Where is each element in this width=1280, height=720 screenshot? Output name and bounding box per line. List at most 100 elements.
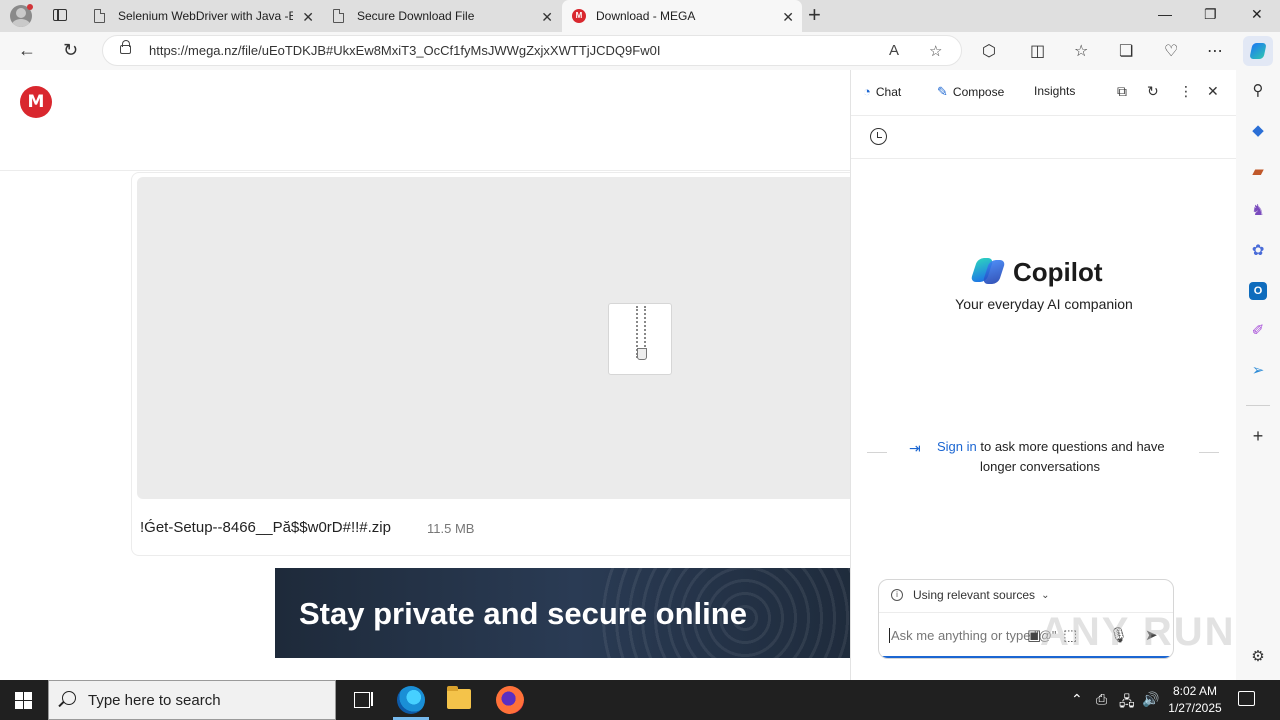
split-screen-icon[interactable]: ◫ xyxy=(1030,41,1045,61)
taskbar: Type here to search ⌃ ⎙ 🖧 🔊 8:02 AM 1/27… xyxy=(0,680,1280,720)
profile-notification-dot xyxy=(27,4,33,10)
url-text[interactable]: https://mega.nz/file/uEoTDKJB#UkxEw8MxiT… xyxy=(149,43,660,58)
favorite-star-icon[interactable]: ☆ xyxy=(929,42,942,60)
tab-secure-download[interactable]: Secure Download File ✕ xyxy=(323,0,561,32)
divider-left xyxy=(867,452,887,453)
tab-actions-icon[interactable] xyxy=(48,6,72,26)
extensions-icon[interactable]: ⬡ xyxy=(982,41,996,61)
tab-download-mega[interactable]: M Download - MEGA ✕ xyxy=(562,0,802,32)
lock-icon[interactable] xyxy=(120,40,131,54)
address-bar[interactable]: https://mega.nz/file/uEoTDKJB#UkxEw8MxiT… xyxy=(102,35,962,66)
clock-date: 1/27/2025 xyxy=(1168,701,1222,715)
restore-icon[interactable]: ❐ xyxy=(1204,6,1217,23)
telegram-send-icon[interactable]: ➢ xyxy=(1249,362,1267,380)
copilot-panel: ◔ Chat ✎ Compose Insights ⧉ ↻ ⋮ ✕ Copilo… xyxy=(850,70,1237,680)
tab-close-icon[interactable]: ✕ xyxy=(541,9,553,26)
copilot-icon[interactable] xyxy=(1243,36,1273,66)
sign-in-line-2: longer conversations xyxy=(980,459,1100,474)
tab-title: Secure Download File xyxy=(357,9,475,23)
tab-title: Download - MEGA xyxy=(596,9,696,23)
gear-icon[interactable]: ⚙ xyxy=(1249,648,1267,666)
close-icon[interactable]: ✕ xyxy=(1207,83,1219,100)
games-icon[interactable]: ♞ xyxy=(1249,202,1267,220)
sign-in-link[interactable]: Sign in xyxy=(937,439,977,454)
open-in-new-icon[interactable]: ⧉ xyxy=(1117,83,1127,100)
more-options-icon[interactable]: ⋮ xyxy=(1179,83,1193,100)
search-icon xyxy=(62,691,76,705)
page-icon xyxy=(333,9,344,23)
file-size: 11.5 MB xyxy=(427,521,475,536)
firefox-icon[interactable] xyxy=(496,686,524,714)
page-icon xyxy=(94,9,105,23)
mega-page: M !Ǵet-Setup--8466__Pă$$w0rD#!!#.zip 11.… xyxy=(0,70,850,680)
tab-compose[interactable]: ✎ Compose xyxy=(937,84,1004,100)
mega-logo[interactable]: M xyxy=(20,86,52,118)
tab-label: Chat xyxy=(875,84,902,99)
taskbar-search[interactable]: Type here to search xyxy=(48,680,336,720)
sign-in-icon: ⇥ xyxy=(909,440,921,456)
edge-browser-icon[interactable] xyxy=(397,686,425,714)
window-close-icon[interactable]: ✕ xyxy=(1251,6,1263,23)
settings-more-icon[interactable]: ⋯ xyxy=(1207,41,1223,61)
zip-file-icon xyxy=(608,303,672,375)
copilot-subtitle: Your everyday AI companion xyxy=(955,296,1133,312)
tab-close-icon[interactable]: ✕ xyxy=(782,9,794,26)
sources-label: Using relevant sources xyxy=(913,588,1036,602)
divider xyxy=(851,158,1237,159)
outlook-icon[interactable]: O xyxy=(1249,282,1267,300)
refresh-icon[interactable]: ↻ xyxy=(63,40,78,61)
tab-selenium[interactable]: Selenium WebDriver with Java -B ✕ xyxy=(84,0,322,32)
header-divider xyxy=(0,170,850,171)
chevron-up-icon[interactable]: ⌃ xyxy=(1071,691,1083,708)
shopping-tag-icon[interactable]: ◆ xyxy=(1249,122,1267,140)
read-aloud-icon[interactable]: A xyxy=(889,42,899,59)
history-icon[interactable] xyxy=(870,128,887,145)
usb-device-icon[interactable]: ⎙ xyxy=(1096,691,1107,708)
sign-in-text: to ask more questions and have xyxy=(976,439,1165,454)
file-card: !Ǵet-Setup--8466__Pă$$w0rD#!!#.zip 11.5 … xyxy=(131,172,850,556)
back-icon[interactable]: ← xyxy=(18,40,36,61)
new-tab-button[interactable]: + xyxy=(808,4,821,26)
copilot-apps-icon[interactable]: ✿ xyxy=(1249,242,1267,260)
notifications-icon[interactable] xyxy=(1238,691,1255,706)
chat-icon: ◔ xyxy=(863,84,871,99)
copilot-header: ◔ Chat ✎ Compose Insights ⧉ ↻ ⋮ ✕ xyxy=(851,70,1237,116)
browser-essentials-icon[interactable]: ♡ xyxy=(1164,41,1178,61)
divider-right xyxy=(1199,452,1219,453)
task-view-icon[interactable] xyxy=(350,686,378,714)
search-placeholder: Type here to search xyxy=(88,692,221,709)
tab-close-icon[interactable]: ✕ xyxy=(302,9,314,26)
zipper-icon xyxy=(636,306,647,360)
sign-in-line-1: Sign in to ask more questions and have xyxy=(937,437,1165,457)
designer-icon[interactable]: ✐ xyxy=(1249,322,1267,340)
search-icon[interactable]: ⚲ xyxy=(1249,82,1267,100)
info-icon: i xyxy=(891,589,903,601)
tools-briefcase-icon[interactable]: ▰ xyxy=(1249,163,1267,181)
network-icon[interactable]: 🖧 xyxy=(1119,691,1135,715)
divider xyxy=(1246,405,1270,406)
minimize-icon[interactable]: — xyxy=(1158,6,1172,22)
tab-chat[interactable]: ◔ Chat xyxy=(863,84,901,99)
windows-start-icon[interactable] xyxy=(15,692,32,709)
promo-banner[interactable]: Stay private and secure online xyxy=(275,568,850,658)
browser-toolbar: ← ↻ https://mega.nz/file/uEoTDKJB#UkxEw8… xyxy=(0,32,1280,70)
add-icon[interactable]: + xyxy=(1249,427,1267,445)
browser-tab-bar: Selenium WebDriver with Java -B ✕ Secure… xyxy=(0,0,1280,32)
watermark: ANY RUN xyxy=(1040,610,1236,654)
file-preview xyxy=(137,177,850,499)
collections-icon[interactable]: ❏ xyxy=(1119,41,1133,61)
chevron-down-icon: ⌄ xyxy=(1041,589,1050,601)
clock-time: 8:02 AM xyxy=(1172,684,1218,698)
tab-insights[interactable]: Insights xyxy=(1034,84,1075,98)
volume-icon[interactable]: 🔊 xyxy=(1142,691,1159,708)
favorites-icon[interactable]: ☆ xyxy=(1074,41,1088,61)
tab-label: Insights xyxy=(1034,84,1076,98)
sources-dropdown[interactable]: i Using relevant sources ⌄ xyxy=(891,588,1049,602)
mega-favicon-icon: M xyxy=(572,9,586,23)
banner-text: Stay private and secure online xyxy=(299,596,747,631)
file-explorer-icon[interactable] xyxy=(447,686,471,709)
system-clock[interactable]: 8:02 AM 1/27/2025 xyxy=(1160,683,1230,717)
tab-title: Selenium WebDriver with Java -B xyxy=(118,9,293,23)
copilot-title: Copilot xyxy=(1013,257,1103,287)
refresh-icon[interactable]: ↻ xyxy=(1147,83,1159,100)
